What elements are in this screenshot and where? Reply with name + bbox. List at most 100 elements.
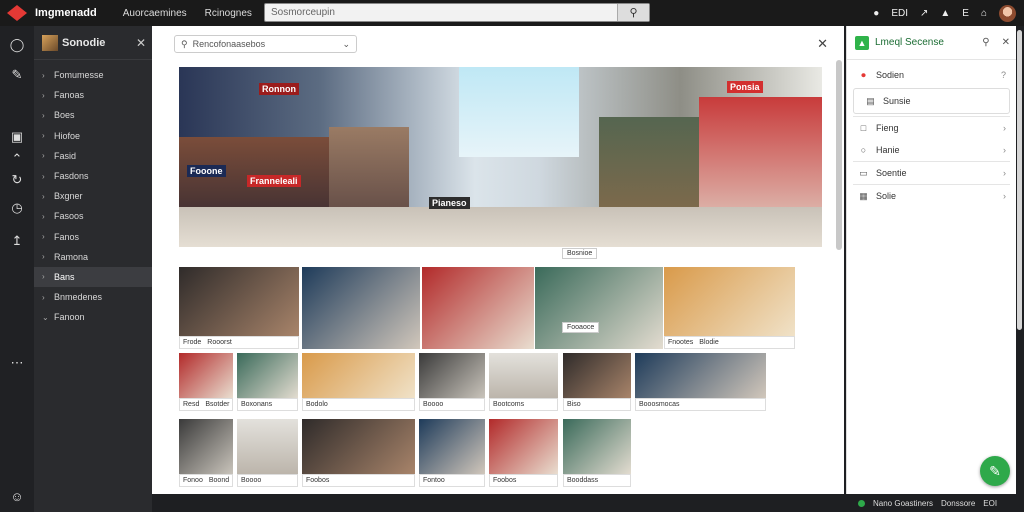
- image-tile[interactable]: Fonoo Boond: [179, 419, 233, 487]
- sidebar-item[interactable]: › Fasid: [34, 146, 152, 166]
- doc-icon: ▤: [866, 95, 875, 106]
- panel-search-input[interactable]: ⚲ Rencofonaasebos ⌄: [174, 35, 357, 53]
- panel-search-value: Rencofonaasebos: [192, 39, 266, 49]
- image-tile[interactable]: Frode Rooorst: [179, 267, 299, 349]
- chevron-right-icon: ›: [1003, 145, 1006, 155]
- top-right-tools: ● EDI ↗ ▲ E ⌂: [873, 0, 1024, 26]
- sidebar-item[interactable]: › Ramona: [34, 247, 152, 267]
- chevron-down-icon[interactable]: ⌄: [342, 39, 350, 50]
- close-icon[interactable]: ✕: [1002, 37, 1010, 48]
- panel-scrollbar[interactable]: [836, 60, 842, 250]
- export-icon[interactable]: ↥: [8, 232, 26, 250]
- chevron-right-icon: ›: [42, 151, 45, 161]
- chevron-right-icon: ›: [1003, 191, 1006, 201]
- sidebar-thumbnail: [42, 34, 58, 51]
- sidebar-item[interactable]: › Fomumesse: [34, 65, 152, 85]
- screen-icon[interactable]: ▣: [8, 128, 26, 146]
- chevron-right-icon: ›: [42, 131, 45, 141]
- image-tile[interactable]: Booddass: [563, 419, 631, 487]
- image-tile[interactable]: Fnootes Blodie: [664, 267, 795, 349]
- right-panel-item-label: Hanie: [876, 145, 900, 155]
- image-tile[interactable]: Booosmocas: [635, 353, 766, 411]
- close-icon[interactable]: ✕: [136, 36, 146, 50]
- mall-image: [489, 419, 558, 474]
- mall-image: [237, 353, 298, 398]
- app-logo[interactable]: [7, 5, 27, 21]
- sidebar-item[interactable]: › Boes: [34, 105, 152, 125]
- image-caption: Fnootes Blodie: [664, 336, 795, 349]
- edit-fab-button[interactable]: ✎: [980, 456, 1010, 486]
- status-text: Donssore: [941, 498, 976, 508]
- mall-image: [563, 353, 631, 398]
- search-icon[interactable]: ⚲: [617, 4, 649, 21]
- clock-icon[interactable]: ◷: [8, 199, 26, 217]
- sidebar-item[interactable]: › Fasdons: [34, 166, 152, 186]
- sidebar-item[interactable]: › Bnmedenes: [34, 287, 152, 307]
- home-icon[interactable]: ⌂: [981, 8, 987, 19]
- right-panel-item[interactable]: ▤ Sunsie: [853, 88, 1010, 114]
- image-caption: Fonoo Boond: [179, 474, 233, 487]
- status-dot-icon: [858, 499, 865, 507]
- image-tile[interactable]: Boooo: [419, 353, 485, 411]
- avatar[interactable]: [999, 4, 1016, 22]
- globe-icon[interactable]: ●: [873, 8, 879, 19]
- image-tile[interactable]: [535, 267, 663, 349]
- alert-icon[interactable]: ▲: [940, 8, 950, 19]
- sidebar-item[interactable]: › Fanoas: [34, 85, 152, 105]
- sidebar-item-label: Fanos: [54, 231, 80, 242]
- right-panel-item[interactable]: ▭ Soentie ›: [847, 162, 1016, 184]
- sidebar-item-label: Fasdons: [54, 171, 89, 182]
- record-icon: ⏺: [861, 69, 866, 80]
- sidebar-item[interactable]: › Bans: [34, 266, 152, 288]
- image-caption: Boooo: [237, 474, 298, 487]
- image-tile[interactable]: Foobos: [489, 419, 558, 487]
- close-icon[interactable]: ✕: [817, 36, 828, 52]
- sidebar-item[interactable]: ⌄ Fanoon: [34, 307, 152, 327]
- image-tile[interactable]: Bodolo: [302, 353, 415, 411]
- image-tile[interactable]: [302, 267, 420, 349]
- image-label: Bosnioe: [562, 248, 598, 259]
- home-icon[interactable]: ◯: [8, 36, 26, 54]
- chevron-right-icon: ›: [42, 70, 45, 80]
- right-panel-item[interactable]: □ Fieng ›: [847, 117, 1016, 139]
- global-search[interactable]: Sosmorceupin ⚲: [264, 3, 650, 22]
- chevron-right-icon: ›: [1003, 168, 1006, 178]
- share-icon[interactable]: ↗: [920, 8, 928, 19]
- right-panel-item[interactable]: ▦ Solie ›: [847, 185, 1016, 207]
- refresh-icon[interactable]: ↻: [8, 171, 26, 189]
- hero-mall-image[interactable]: Fooone Franneleali Ronnon Pianeso Ponsia: [179, 67, 822, 247]
- sidebar-item[interactable]: › Bxgner: [34, 186, 152, 206]
- caption-text: Biso: [567, 401, 581, 408]
- caption-text: Booddass: [567, 477, 599, 484]
- right-panel-item[interactable]: ○ Hanie ›: [847, 139, 1016, 161]
- image-caption: Boooo: [419, 398, 485, 411]
- image-tile[interactable]: Boooo: [237, 419, 298, 487]
- image-tile[interactable]: Bootcoms: [489, 353, 558, 411]
- image-tile[interactable]: [422, 267, 534, 349]
- top-nav-item-1[interactable]: Auorcaemines: [123, 8, 187, 19]
- notif-count: E: [962, 7, 969, 19]
- search-icon[interactable]: ⚲: [982, 37, 989, 48]
- user-icon[interactable]: ☺: [8, 488, 26, 506]
- right-scrollbar[interactable]: [1017, 30, 1022, 330]
- more-icon[interactable]: ⋯: [8, 354, 26, 372]
- sidebar-item[interactable]: › Hiofoe: [34, 126, 152, 146]
- global-search-input[interactable]: Sosmorceupin: [271, 7, 617, 18]
- top-nav-item-2[interactable]: Rcinognes: [205, 8, 252, 19]
- image-tile[interactable]: Resd Bsotder: [179, 353, 233, 411]
- image-tile[interactable]: Boxonans: [237, 353, 298, 411]
- list-icon: ▭: [859, 167, 868, 178]
- right-panel-item[interactable]: ⏺ Sodien?: [847, 64, 1016, 86]
- image-tile[interactable]: Biso: [563, 353, 631, 411]
- caption-text: Foobos: [306, 477, 330, 484]
- store-sign: Franneleali: [247, 175, 301, 187]
- image-tile[interactable]: Fontoo: [419, 419, 485, 487]
- sidebar-item[interactable]: › Fanos: [34, 227, 152, 247]
- sidebar-item[interactable]: › Fasoos: [34, 206, 152, 226]
- caption-text: Rooorst: [207, 339, 232, 346]
- up-icon[interactable]: ⌃: [8, 150, 26, 168]
- caption-text: Boxonans: [241, 401, 273, 408]
- image-tile[interactable]: Foobos: [302, 419, 415, 487]
- store-sign: Fooone: [187, 165, 226, 177]
- tool-icon[interactable]: ✎: [8, 66, 26, 84]
